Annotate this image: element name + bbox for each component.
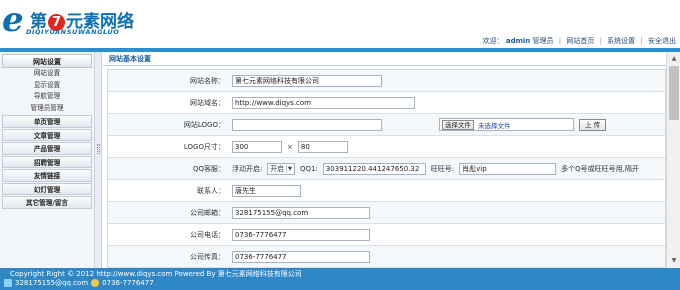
sidebar-item-admin-management[interactable]: 管理员管理 — [0, 103, 94, 115]
sidebar-section-products[interactable]: 产品管理 — [2, 142, 92, 155]
sidebar-section-articles[interactable]: 文章管理 — [2, 128, 92, 141]
logo-height-input[interactable]: 80 — [297, 140, 348, 153]
site-logo[interactable]: e 第 7 元素网络 DIQIYUANSUWANGLUO — [2, 3, 142, 43]
footer-contact: 328175155@qq.com 0736-7776477 — [4, 279, 154, 287]
scroll-thumb[interactable] — [669, 66, 679, 120]
sidebar-section-jobs[interactable]: 招聘管理 — [2, 155, 92, 168]
sidebar-section-other[interactable]: 其它管理/留言 — [2, 196, 92, 209]
current-user: admin — [505, 37, 531, 45]
footer: Copyright Right © 2012 http://www.diqys.… — [0, 268, 680, 290]
chevron-down-icon: ▼ — [285, 164, 293, 173]
sidebar: 网站设置 网站设置 显示设置 导航管理 管理员管理 单页管理 文章管理 产品管理… — [0, 52, 95, 268]
form-row-site-domain: 网站域名： http://www.diqys.com — [108, 92, 665, 114]
logo-path-input[interactable] — [232, 118, 382, 131]
field-label: 公司邮箱： — [190, 209, 225, 217]
logo-file-picker[interactable]: 选择文件 未选择文件 — [439, 118, 574, 131]
sidebar-section-slides[interactable]: 幻灯管理 — [2, 182, 92, 195]
settings-form: 网站名称： 第七元素网络科技有限公司 网站域名： http://www.diqy… — [107, 69, 666, 268]
link-system-settings[interactable]: 系统设置 — [607, 37, 635, 45]
header: e 第 7 元素网络 DIQIYUANSUWANGLUO 欢迎： admin 管理员… — [0, 0, 680, 48]
qq-numbers-input[interactable]: 303911220.441247650.32 — [322, 162, 426, 175]
site-domain-input[interactable]: http://www.diqys.com — [232, 96, 415, 109]
float-toggle-select[interactable]: 开启 ▼ — [267, 162, 295, 175]
upload-button[interactable]: 上 传 — [579, 118, 607, 131]
qq-hint: 多个Q号或旺旺号用,隔开 — [561, 164, 639, 173]
float-toggle-value: 开启 — [270, 164, 284, 173]
footer-phone: 0736-7776477 — [102, 279, 154, 287]
sidebar-section-pages[interactable]: 单页管理 — [2, 115, 92, 128]
sidebar-item-site-settings[interactable]: 网站设置 — [0, 68, 94, 80]
panel-title: 网站基本设置 — [103, 52, 666, 66]
form-row-site-logo: 网站LOGO： 选择文件 未选择文件 上 传 — [108, 114, 665, 136]
contact-input[interactable]: 唐先生 — [232, 184, 301, 197]
field-label: 联系人： — [197, 187, 225, 195]
field-label: 网站名称： — [190, 77, 225, 85]
fax-input[interactable]: 0736-7776477 — [232, 250, 370, 263]
scroll-down-icon[interactable]: ▼ — [668, 255, 680, 267]
sidebar-section-site-settings[interactable]: 网站设置 — [2, 54, 92, 68]
sidebar-item-nav-management[interactable]: 导航管理 — [0, 91, 94, 103]
logo-e-icon: e — [2, 0, 24, 40]
form-row-fax: 公司传真： 0736-7776477 — [108, 246, 665, 268]
footer-email: 328175155@qq.com — [15, 279, 89, 287]
user-role: 管理员 — [532, 37, 554, 45]
phone-input[interactable]: 0736-7776477 — [232, 228, 370, 241]
form-row-logo-size: LOGO尺寸： 300 × 80 — [108, 136, 665, 158]
wangwang-label: 旺旺号: — [430, 164, 455, 173]
mail-icon — [4, 279, 12, 287]
qq1-label: QQ1: — [299, 164, 318, 173]
choose-file-button[interactable]: 选择文件 — [442, 119, 474, 130]
wangwang-input[interactable]: 肖彪vip — [459, 162, 557, 175]
nav-divider: | — [558, 37, 562, 45]
welcome-text: 欢迎： — [482, 37, 504, 45]
form-row-qq: QQ客服： 浮动开启: 开启 ▼ QQ1: 303911220.44124765… — [108, 158, 665, 180]
field-label: 网站域名： — [190, 99, 225, 107]
grip-icon — [97, 144, 100, 154]
form-row-contact: 联系人： 唐先生 — [108, 180, 665, 202]
nav-divider: | — [599, 37, 602, 45]
sidebar-splitter[interactable] — [95, 52, 102, 268]
no-file-text: 未选择文件 — [478, 121, 511, 130]
site-name-input[interactable]: 第七元素网络科技有限公司 — [232, 74, 382, 87]
sidebar-section-links[interactable]: 友情链接 — [2, 169, 92, 182]
logo-width-input[interactable]: 300 — [232, 140, 282, 153]
top-nav: 欢迎： admin 管理员 | 网站首页 | 系统设置 | 安全退出 — [483, 36, 676, 46]
phone-icon — [91, 279, 100, 287]
float-toggle-label: 浮动开启: — [232, 164, 263, 173]
email-input[interactable]: 328175155@qq.com — [232, 206, 370, 219]
field-label: QQ客服： — [192, 165, 225, 173]
vertical-scrollbar[interactable]: ▲ ▼ — [666, 52, 680, 268]
nav-divider: | — [640, 37, 643, 45]
field-label: LOGO尺寸： — [183, 143, 225, 151]
sidebar-item-display-settings[interactable]: 显示设置 — [0, 80, 94, 92]
form-row-phone: 公司电话： 0736-7776477 — [108, 224, 665, 246]
field-label: 网站LOGO： — [183, 121, 225, 129]
form-row-email: 公司邮箱： 328175155@qq.com — [108, 202, 665, 224]
times-sign: × — [287, 142, 293, 151]
form-row-site-name: 网站名称： 第七元素网络科技有限公司 — [108, 70, 665, 92]
logo-pinyin: DIQIYUANSUWANGLUO — [26, 28, 120, 36]
footer-copyright: Copyright Right © 2012 http://www.diqys.… — [10, 270, 302, 278]
main-content: 网站基本设置 网站名称： 第七元素网络科技有限公司 网站域名： http://w… — [103, 52, 666, 268]
field-label: 公司电话： — [190, 231, 225, 239]
scroll-up-icon[interactable]: ▲ — [668, 53, 680, 65]
link-site-home[interactable]: 网站首页 — [566, 37, 594, 45]
link-logout[interactable]: 安全退出 — [648, 37, 676, 45]
field-label: 公司传真： — [190, 253, 225, 261]
